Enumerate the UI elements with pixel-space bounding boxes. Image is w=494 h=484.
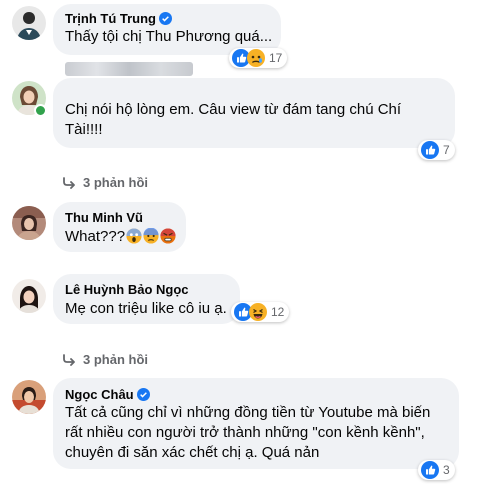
haha-icon — [249, 303, 267, 321]
angry-emoji-icon — [160, 228, 176, 244]
avatar[interactable] — [12, 6, 46, 40]
view-replies-label[interactable]: 3 phản hồi — [83, 175, 148, 190]
reaction-summary[interactable]: 3 — [418, 460, 455, 480]
view-replies-label[interactable]: 3 phản hồi — [83, 352, 148, 367]
screaming-emoji-icon — [126, 228, 142, 244]
comment-text-content: What??? — [65, 228, 126, 245]
comment-text-line-2: Tài!!!! — [65, 121, 103, 138]
comment-text: Thấy tội chị Thu Phương quá... — [65, 28, 273, 45]
verified-icon — [136, 388, 150, 401]
comment-text-line-1: Chị nói hộ lòng em. Câu view từ đám tang… — [65, 101, 402, 118]
commenter-name[interactable]: Trịnh Tú Trung — [65, 11, 172, 26]
commenter-name[interactable]: Ngọc Châu — [65, 387, 150, 402]
reply-arrow-icon — [63, 353, 75, 366]
avatar[interactable] — [12, 206, 46, 240]
anxious-emoji-icon — [143, 228, 159, 244]
reaction-count: 12 — [271, 305, 285, 319]
online-status-indicator — [34, 104, 47, 117]
reaction-summary[interactable]: 12 — [231, 302, 290, 322]
avatar[interactable] — [12, 380, 46, 414]
comment-text-line-3: chuyên đi săn xác chết chị ạ. Quá nản — [65, 444, 320, 461]
reaction-summary[interactable]: 7 — [418, 140, 455, 160]
view-replies-link[interactable]: 3 phản hồi — [62, 352, 148, 367]
verified-icon — [159, 12, 172, 25]
blurred-commenter-name — [65, 62, 193, 76]
reaction-summary[interactable]: 17 — [229, 48, 288, 68]
sad-icon — [247, 49, 265, 67]
view-replies-link[interactable]: 3 phản hồi — [62, 175, 148, 190]
like-icon — [421, 141, 439, 159]
commenter-name[interactable]: Thu Minh Vũ — [65, 210, 143, 225]
comment-text-line-1: Tất cả cũng chỉ vì những đồng tiền từ Yo… — [65, 404, 431, 421]
comment-text: Mẹ con triệu like cô iu ạ. — [65, 300, 227, 317]
reaction-count: 3 — [443, 463, 450, 477]
commenter-name[interactable]: Lê Huỳnh Bảo Ngọc — [65, 282, 189, 297]
reaction-count: 7 — [443, 143, 450, 157]
reaction-count: 17 — [269, 51, 283, 65]
comment-text: What??? — [65, 227, 176, 247]
like-icon — [421, 461, 439, 479]
commenter-name-text[interactable]: Trịnh Tú Trung — [65, 11, 156, 26]
comment-text-line-2: rất nhiều con người trở thành những "con… — [65, 424, 425, 441]
commenter-name-text[interactable]: Ngọc Châu — [65, 387, 134, 402]
reply-arrow-icon — [63, 176, 75, 189]
avatar[interactable] — [12, 279, 46, 313]
